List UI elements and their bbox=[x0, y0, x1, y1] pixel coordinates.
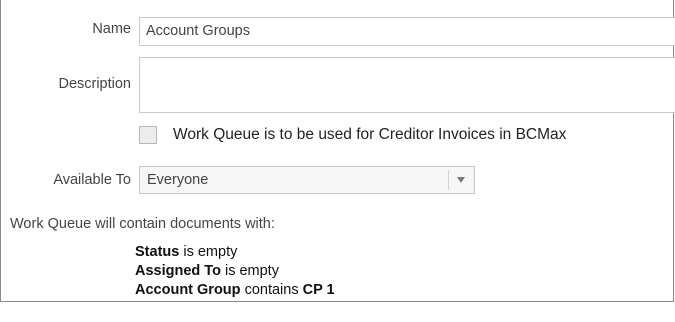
name-input[interactable]: Account Groups bbox=[139, 17, 675, 46]
form-panel: Name Account Groups Description Work Que… bbox=[0, 0, 675, 302]
criteria-item: Status is empty bbox=[135, 243, 335, 262]
description-textarea[interactable] bbox=[139, 57, 675, 113]
criteria-field: Account Group bbox=[135, 282, 241, 298]
creditor-invoices-checkbox[interactable] bbox=[139, 126, 157, 144]
criteria-heading: Work Queue will contain documents with: bbox=[10, 216, 275, 232]
chevron-down-icon[interactable] bbox=[457, 177, 465, 183]
creditor-invoices-label: Work Queue is to be used for Creditor In… bbox=[173, 126, 567, 143]
available-to-select[interactable]: Everyone bbox=[139, 166, 475, 194]
criteria-operator: is empty bbox=[183, 244, 238, 260]
criteria-item: Assigned To is empty bbox=[135, 262, 335, 281]
criteria-operator: contains bbox=[244, 282, 299, 298]
criteria-item: Account Group contains CP 1 bbox=[135, 281, 335, 300]
criteria-value: CP 1 bbox=[302, 282, 335, 298]
available-to-value: Everyone bbox=[147, 172, 209, 188]
criteria-field: Assigned To bbox=[135, 263, 221, 279]
select-divider bbox=[448, 170, 449, 190]
criteria-field: Status bbox=[135, 244, 180, 260]
criteria-operator: is empty bbox=[224, 263, 279, 279]
criteria-list: Status is empty Assigned To is empty Acc… bbox=[135, 243, 335, 300]
description-label: Description bbox=[58, 76, 131, 92]
name-label: Name bbox=[92, 21, 131, 37]
creditor-invoices-option[interactable]: Work Queue is to be used for Creditor In… bbox=[139, 124, 566, 146]
available-to-label: Available To bbox=[53, 172, 131, 188]
